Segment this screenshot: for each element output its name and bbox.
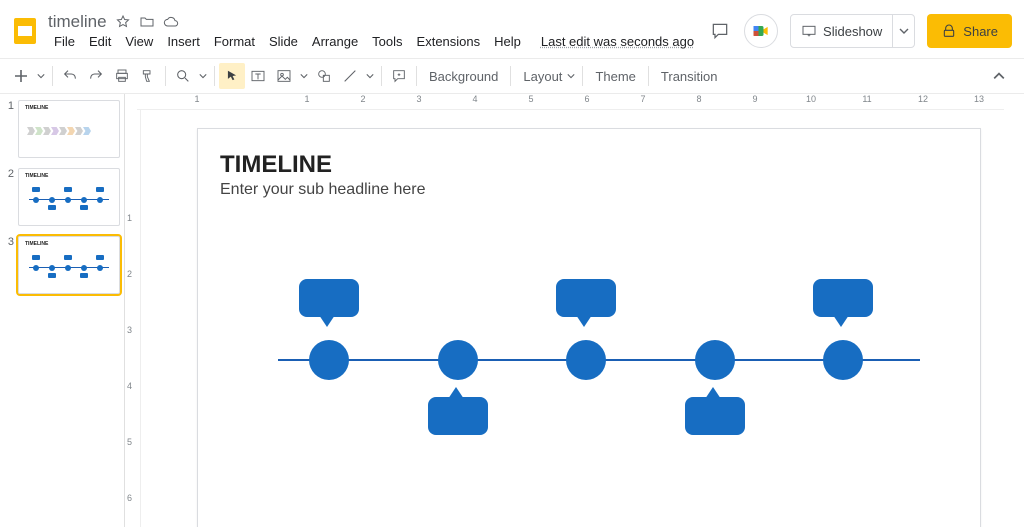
slide-canvas[interactable]: TIMELINE Enter your sub headline here	[197, 128, 981, 527]
menu-slide[interactable]: Slide	[263, 32, 304, 51]
chevron-down-icon	[366, 72, 374, 80]
timeline-node-5[interactable]	[823, 340, 863, 380]
image-tool[interactable]	[271, 63, 297, 89]
thumb-3[interactable]: 3 TIMELINE	[4, 236, 120, 294]
menu-insert[interactable]: Insert	[161, 32, 206, 51]
menu-view[interactable]: View	[119, 32, 159, 51]
layout-button[interactable]: Layout	[515, 69, 564, 84]
ruler-horizontal: 1 1 2 3 4 5 6 7 8 9 10 11 12 13	[137, 94, 1004, 110]
chevron-up-icon	[993, 70, 1005, 82]
chevron-down-icon	[199, 72, 207, 80]
zoom-dropdown[interactable]	[196, 63, 210, 89]
menu-edit[interactable]: Edit	[83, 32, 117, 51]
toolbar: Background Layout Theme Transition	[0, 58, 1024, 94]
comment-history-icon[interactable]	[708, 19, 732, 43]
thumb-1[interactable]: 1 TIMELINE	[4, 100, 120, 158]
shape-tool[interactable]	[311, 63, 337, 89]
present-icon	[801, 23, 817, 39]
doc-title-area: timeline File Edit View Insert Format Sl…	[44, 12, 700, 51]
menu-tools[interactable]: Tools	[366, 32, 408, 51]
menu-format[interactable]: Format	[208, 32, 261, 51]
layout-dropdown[interactable]	[564, 63, 578, 89]
lock-icon	[941, 23, 957, 39]
share-label: Share	[963, 24, 998, 39]
slideshow-dropdown[interactable]	[892, 15, 914, 47]
slide-title[interactable]: TIMELINE	[220, 151, 332, 179]
thumb-number: 3	[4, 236, 14, 294]
chevron-down-icon	[37, 72, 45, 80]
image-dropdown[interactable]	[297, 63, 311, 89]
slides-app-icon[interactable]	[8, 14, 42, 48]
thumb-2[interactable]: 2 TIMELINE	[4, 168, 120, 226]
meet-button[interactable]	[744, 14, 778, 48]
last-edit-status[interactable]: Last edit was seconds ago	[535, 32, 700, 51]
paint-format-button[interactable]	[135, 63, 161, 89]
menu-help[interactable]: Help	[488, 32, 527, 51]
share-button[interactable]: Share	[927, 14, 1012, 48]
menu-bar: File Edit View Insert Format Slide Arran…	[44, 32, 700, 51]
menu-arrange[interactable]: Arrange	[306, 32, 364, 51]
undo-button[interactable]	[57, 63, 83, 89]
callout-2[interactable]	[428, 397, 488, 435]
transition-button[interactable]: Transition	[653, 69, 726, 84]
chevron-down-icon	[567, 72, 575, 80]
textbox-tool[interactable]	[245, 63, 271, 89]
menu-file[interactable]: File	[48, 32, 81, 51]
cloud-status-icon[interactable]	[163, 14, 179, 30]
callout-1[interactable]	[299, 279, 359, 317]
header-right: Slideshow Share	[708, 14, 1012, 48]
callout-4[interactable]	[685, 397, 745, 435]
callout-5[interactable]	[813, 279, 873, 317]
timeline-shape[interactable]	[278, 359, 920, 361]
workspace: 1 TIMELINE 2 TIMELINE	[0, 94, 1024, 527]
timeline-node-3[interactable]	[566, 340, 606, 380]
slide-subtitle[interactable]: Enter your sub headline here	[220, 181, 425, 199]
new-slide-dropdown[interactable]	[34, 63, 48, 89]
app-header: timeline File Edit View Insert Format Sl…	[0, 0, 1024, 58]
line-dropdown[interactable]	[363, 63, 377, 89]
callout-3[interactable]	[556, 279, 616, 317]
slideshow-label: Slideshow	[823, 24, 882, 39]
doc-title[interactable]: timeline	[48, 12, 107, 32]
slideshow-button[interactable]: Slideshow	[790, 14, 915, 48]
line-tool[interactable]	[337, 63, 363, 89]
ruler-vertical: 1 2 3 4 5 6 7	[125, 110, 141, 527]
comment-button[interactable]	[386, 63, 412, 89]
hide-menus-button[interactable]	[986, 63, 1012, 89]
new-slide-button[interactable]	[8, 63, 34, 89]
print-button[interactable]	[109, 63, 135, 89]
thumb-number: 1	[4, 100, 14, 158]
redo-button[interactable]	[83, 63, 109, 89]
star-icon[interactable]	[115, 14, 131, 30]
menu-extensions[interactable]: Extensions	[411, 32, 487, 51]
background-button[interactable]: Background	[421, 69, 506, 84]
select-tool[interactable]	[219, 63, 245, 89]
thumb-number: 2	[4, 168, 14, 226]
timeline-node-4[interactable]	[695, 340, 735, 380]
chevron-down-icon	[300, 72, 308, 80]
theme-button[interactable]: Theme	[587, 69, 643, 84]
move-folder-icon[interactable]	[139, 14, 155, 30]
timeline-node-1[interactable]	[309, 340, 349, 380]
stage[interactable]: 1 1 2 3 4 5 6 7 8 9 10 11 12 13 1 2 3 4 …	[125, 94, 1024, 527]
zoom-button[interactable]	[170, 63, 196, 89]
timeline-node-2[interactable]	[438, 340, 478, 380]
filmstrip[interactable]: 1 TIMELINE 2 TIMELINE	[0, 94, 125, 527]
chevron-down-icon	[899, 26, 909, 36]
